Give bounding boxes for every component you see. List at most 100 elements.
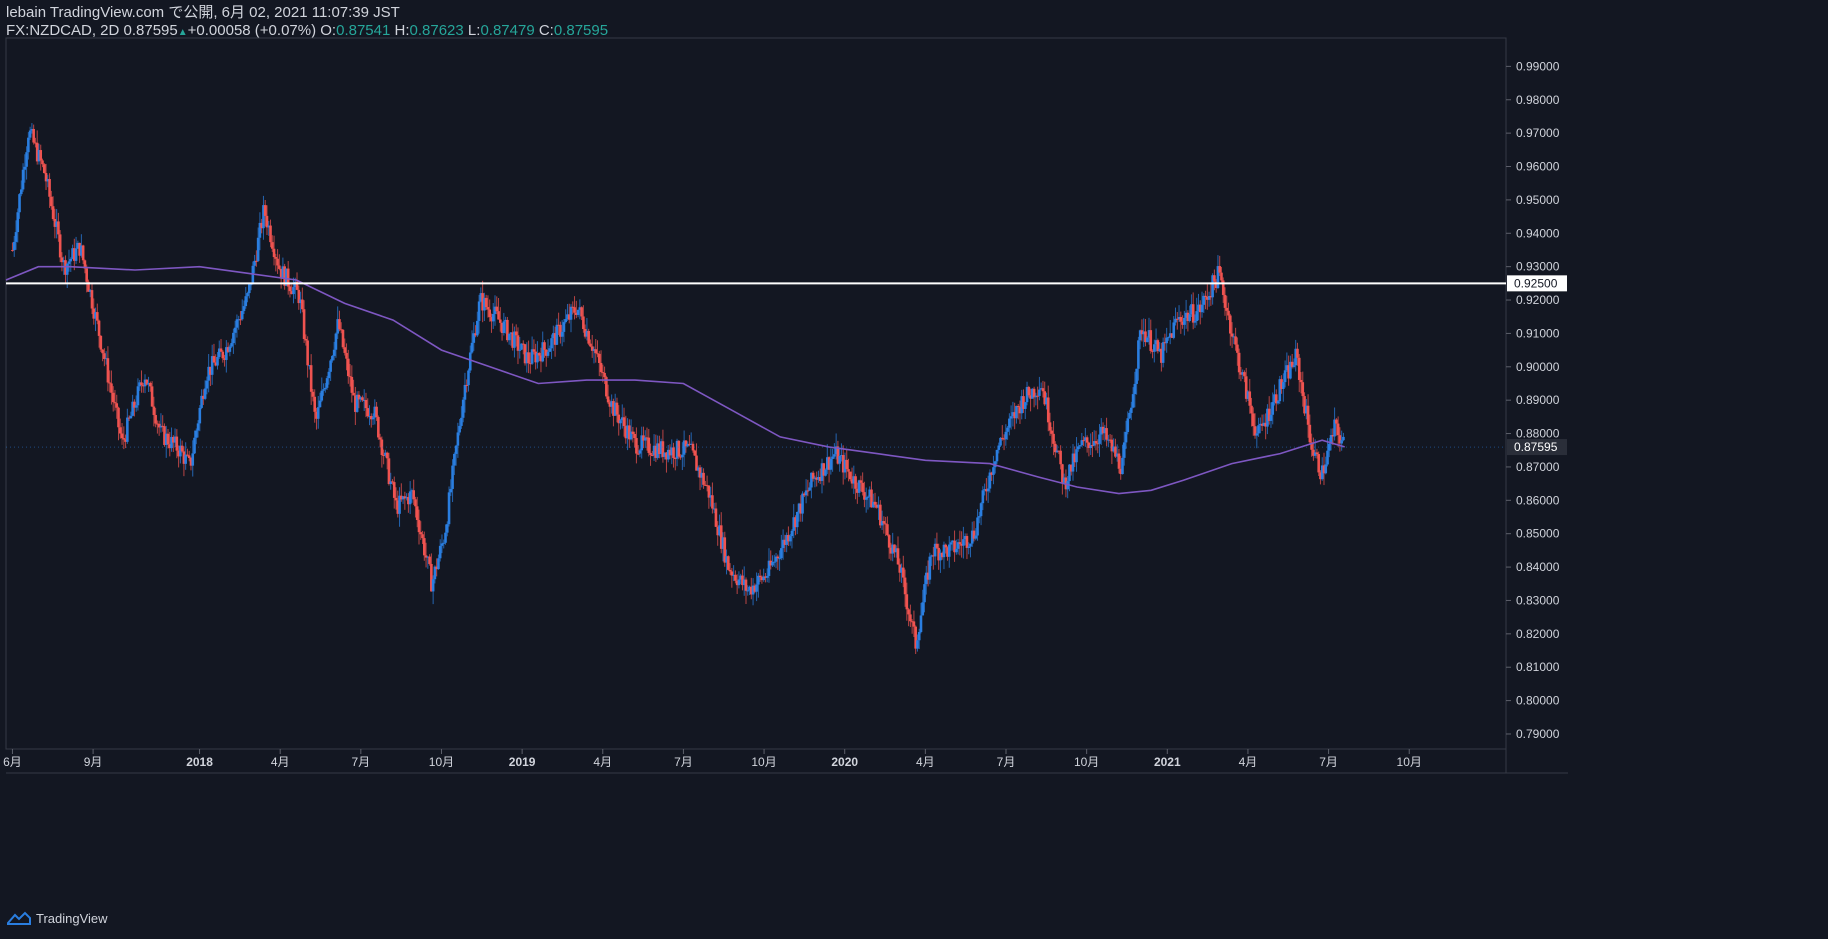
candle-body	[205, 380, 209, 389]
candle-body	[242, 306, 246, 311]
candle-body	[548, 348, 552, 352]
candle-body	[484, 297, 488, 308]
candle-body	[795, 511, 799, 528]
candle-body	[488, 309, 491, 318]
candle-body	[14, 232, 18, 242]
y-tick-label: 0.90000	[1516, 360, 1560, 374]
tradingview-footer[interactable]: TradingView	[6, 910, 108, 926]
candle-body	[292, 287, 295, 295]
candle-body	[233, 327, 237, 333]
candle-body	[1229, 315, 1232, 334]
x-tick-label: 7月	[674, 755, 693, 769]
candle-body	[451, 465, 454, 489]
candle-body	[1172, 322, 1176, 338]
candle-body	[1248, 391, 1252, 406]
candle-body	[27, 137, 30, 153]
candle-body	[824, 469, 827, 476]
candle-body	[228, 346, 232, 352]
candle-body	[19, 189, 23, 195]
candle-body	[341, 329, 345, 348]
candle-body	[486, 307, 490, 310]
candle-body	[714, 508, 718, 527]
price-chart[interactable]: 0.87595 0.92500 0.99000 0.98000 0.97000 0.9…	[0, 0, 1828, 939]
candle-body	[1191, 304, 1195, 323]
candle-body	[438, 545, 442, 559]
candle-body	[923, 584, 926, 603]
candle-body	[1220, 272, 1223, 281]
x-tick-label: 7月	[1319, 755, 1338, 769]
candle-body	[191, 453, 195, 466]
candle-body	[1004, 431, 1008, 440]
horizontal-line-tag-label: 0.92500	[1514, 276, 1558, 290]
candle-body	[532, 349, 536, 352]
candle-body	[272, 248, 276, 258]
candle-body	[270, 242, 274, 249]
candle-body	[476, 320, 479, 336]
candle-body	[997, 445, 1001, 450]
candle-body	[886, 524, 889, 536]
y-tick-label: 0.82000	[1516, 627, 1560, 641]
candle-body	[1046, 397, 1050, 423]
candle-body	[311, 391, 315, 397]
candle-body	[1006, 427, 1009, 432]
candle-body	[1161, 342, 1165, 363]
candle-body	[111, 392, 115, 403]
candle-body	[346, 358, 350, 377]
x-tick-label: 4月	[593, 755, 612, 769]
candle-body	[1124, 431, 1128, 443]
candle-body	[25, 152, 28, 167]
candle-body	[240, 310, 244, 320]
candle-body	[318, 400, 322, 408]
candle-body	[988, 472, 992, 489]
x-tick-label: 10月	[751, 755, 776, 769]
candle-body	[599, 362, 603, 373]
candle-body	[903, 577, 907, 595]
candle-body	[274, 257, 278, 259]
x-tick-label: 9月	[84, 755, 103, 769]
candle-body	[1315, 452, 1319, 455]
candle-body	[1009, 416, 1013, 419]
candle-body	[99, 335, 103, 350]
candle-body	[1227, 310, 1230, 316]
candle-body	[1152, 344, 1156, 352]
candle-body	[239, 319, 242, 321]
candle-body	[97, 320, 101, 336]
y-tick-label: 0.98000	[1516, 93, 1560, 107]
candle-body	[962, 539, 965, 546]
tradingview-brand: TradingView	[36, 910, 108, 926]
candle-body	[928, 556, 932, 580]
candle-body	[394, 497, 398, 501]
candle-body	[103, 353, 106, 359]
candle-body	[546, 351, 550, 356]
candle-body	[560, 331, 564, 337]
candle-body	[491, 313, 495, 322]
candle-body	[1230, 333, 1234, 337]
candle-body	[120, 433, 124, 439]
candle-body	[324, 387, 327, 390]
candle-body	[543, 342, 546, 350]
candle-body	[180, 445, 184, 452]
candle-body	[375, 406, 378, 418]
candle-body	[74, 248, 78, 261]
candle-body	[562, 322, 566, 332]
candle-body	[28, 130, 32, 138]
candle-body	[587, 330, 590, 344]
candle-body	[790, 530, 794, 537]
candle-body	[470, 342, 474, 353]
candle-body	[921, 602, 925, 616]
candle-body	[896, 548, 900, 565]
candle-body	[882, 521, 886, 524]
candle-body	[387, 458, 391, 484]
y-tick-label: 0.94000	[1516, 226, 1560, 240]
candle-body	[1188, 314, 1191, 322]
candle-body	[580, 307, 583, 317]
candle-body	[134, 405, 138, 408]
candle-body	[458, 425, 461, 433]
candle-body	[1131, 394, 1135, 408]
candle-body	[947, 544, 951, 557]
candle-body	[758, 575, 762, 578]
candle-body	[449, 488, 453, 493]
candle-body	[603, 372, 606, 378]
candle-body	[338, 319, 341, 330]
x-tick-label: 4月	[916, 755, 935, 769]
